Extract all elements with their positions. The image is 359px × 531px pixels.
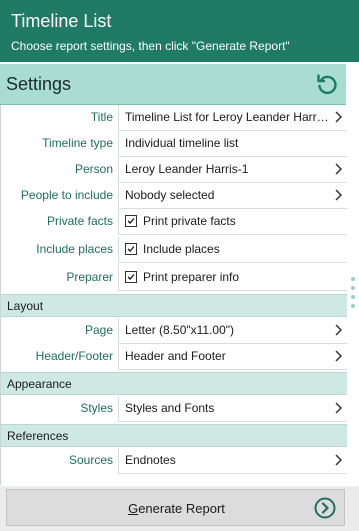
include-places-label: Include places [36, 242, 113, 256]
people-to-include-label: People to include [20, 188, 113, 202]
include-places-field: Include places [118, 237, 347, 263]
person-field[interactable]: Leroy Leander Harris-1 [118, 157, 347, 183]
checkbox-checked-icon[interactable] [125, 271, 137, 283]
styles-value: Styles and Fonts [125, 401, 215, 415]
checkbox-checked-icon[interactable] [125, 243, 137, 255]
styles-field[interactable]: Styles and Fonts [118, 396, 347, 422]
people-to-include-field[interactable]: Nobody selected [118, 183, 347, 209]
reset-icon[interactable] [314, 71, 340, 97]
page-field[interactable]: Letter (8.50"x11.00") [118, 318, 347, 344]
section-layout-label: Layout [7, 299, 44, 313]
row-private-facts: Private facts Print private facts [1, 209, 347, 235]
preparer-field: Print preparer info [118, 265, 347, 291]
report-title: Timeline List [11, 11, 112, 31]
section-layout[interactable]: Layout [1, 294, 347, 317]
private-facts-option[interactable]: Print private facts [143, 214, 236, 229]
generate-report-label: Generate Report [128, 501, 225, 516]
chevron-right-icon [335, 402, 342, 414]
sources-value: Endnotes [125, 453, 176, 467]
chevron-right-icon [335, 163, 342, 175]
chevron-right-icon [335, 324, 342, 336]
row-styles: Styles Styles and Fonts [1, 396, 347, 422]
private-facts-label: Private facts [46, 214, 113, 228]
header-footer-label: Header/Footer [35, 349, 113, 363]
section-references-label: References [7, 429, 69, 443]
header-footer-field[interactable]: Header and Footer [118, 344, 347, 370]
chevron-right-icon [335, 111, 342, 123]
section-appearance-label: Appearance [7, 377, 72, 391]
sources-field[interactable]: Endnotes [118, 448, 347, 474]
page-label: Page [84, 323, 113, 337]
section-appearance[interactable]: Appearance [1, 372, 347, 395]
header-footer-value: Header and Footer [125, 349, 226, 363]
row-include-places: Include places Include places [1, 237, 347, 263]
chevron-right-icon [335, 350, 342, 362]
row-page: Page Letter (8.50"x11.00") [1, 318, 347, 344]
person-label: Person [74, 162, 113, 176]
row-people-to-include: People to include Nobody selected [1, 183, 347, 209]
row-title: Title Timeline List for Leroy Leander Ha… [1, 105, 347, 131]
section-references[interactable]: References [1, 424, 347, 447]
scrollbar-grip[interactable] [350, 277, 356, 317]
sources-label: Sources [68, 453, 113, 467]
report-header: Timeline List Choose report settings, th… [0, 0, 359, 62]
arrow-circle-right-icon [314, 497, 336, 519]
checkbox-checked-icon[interactable] [125, 215, 137, 227]
row-sources: Sources Endnotes [1, 448, 347, 474]
preparer-option[interactable]: Print preparer info [143, 270, 239, 285]
title-value: Timeline List for Leroy Leander Harris-1 [125, 110, 330, 124]
row-preparer: Preparer Print preparer info [1, 265, 347, 291]
timeline-type-label: Timeline type [42, 136, 113, 150]
title-label: Title [90, 110, 113, 124]
private-facts-field: Print private facts [118, 209, 347, 235]
chevron-right-icon [335, 454, 342, 466]
settings-header: Settings [0, 64, 346, 105]
preparer-label: Preparer [66, 270, 113, 284]
timeline-type-field[interactable]: Individual timeline list [118, 131, 347, 157]
styles-label: Styles [80, 401, 113, 415]
title-field[interactable]: Timeline List for Leroy Leander Harris-1 [118, 105, 347, 131]
settings-title: Settings [6, 74, 72, 94]
chevron-right-icon [335, 189, 342, 201]
row-person: Person Leroy Leander Harris-1 [1, 157, 347, 183]
footer-bar: Generate Report [0, 486, 359, 531]
person-value: Leroy Leander Harris-1 [125, 162, 249, 176]
people-to-include-value: Nobody selected [125, 188, 215, 202]
include-places-option[interactable]: Include places [143, 242, 220, 257]
report-subtitle: Choose report settings, then click "Gene… [11, 39, 290, 53]
row-timeline-type: Timeline type Individual timeline list [1, 131, 347, 157]
settings-panel: Title Timeline List for Leroy Leander Ha… [0, 105, 347, 485]
generate-report-button[interactable]: Generate Report [6, 489, 345, 526]
row-header-footer: Header/Footer Header and Footer [1, 344, 347, 370]
page-value: Letter (8.50"x11.00") [125, 323, 235, 337]
timeline-type-value: Individual timeline list [125, 136, 239, 150]
